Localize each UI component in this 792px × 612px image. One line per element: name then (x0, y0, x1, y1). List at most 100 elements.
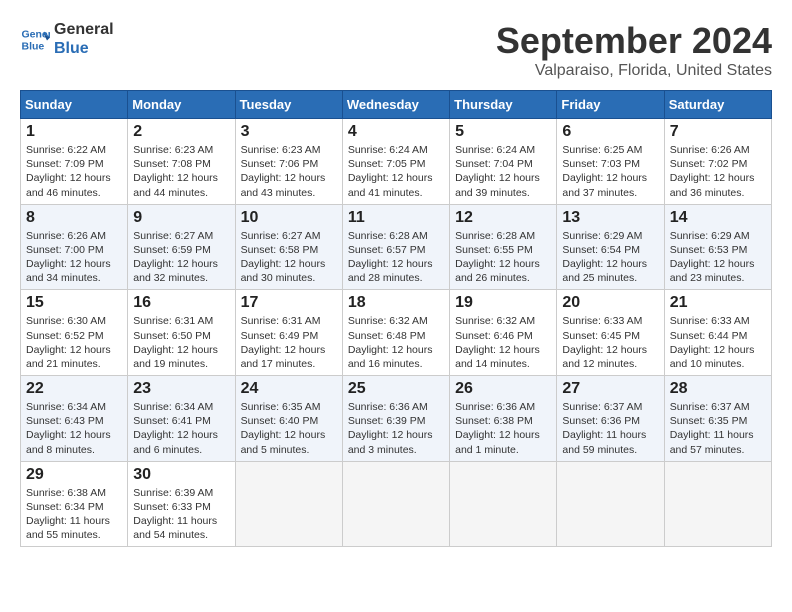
table-row: 8 Sunrise: 6:26 AMSunset: 7:00 PMDaylight… (21, 204, 128, 290)
table-row: 26 Sunrise: 6:36 AMSunset: 6:38 PMDayligh… (450, 376, 557, 462)
day-number: 16 (133, 294, 229, 312)
cell-content: Sunrise: 6:23 AMSunset: 7:06 PMDaylight:… (241, 143, 337, 200)
table-row: 9Sunrise: 6:27 AMSunset: 6:59 PMDaylight… (128, 204, 235, 290)
cell-content: Sunrise: 6:27 AMSunset: 6:59 PMDaylight:… (133, 229, 229, 286)
table-row: 28Sunrise: 6:37 AMSunset: 6:35 PMDayligh… (664, 376, 771, 462)
table-row: 19 Sunrise: 6:32 AMSunset: 6:46 PMDayligh… (450, 290, 557, 376)
day-number: 12 (455, 209, 551, 227)
header-saturday: Saturday (664, 91, 771, 119)
day-number: 11 (348, 209, 444, 227)
header-wednesday: Wednesday (342, 91, 449, 119)
cell-content: Sunrise: 6:33 AMSunset: 6:45 PMDaylight:… (562, 314, 658, 371)
day-number: 17 (241, 294, 337, 312)
table-row (342, 461, 449, 547)
cell-content: Sunrise: 6:34 AMSunset: 6:43 PMDaylight:… (26, 400, 122, 457)
cell-content: Sunrise: 6:23 AMSunset: 7:08 PMDaylight:… (133, 143, 229, 200)
table-row (664, 461, 771, 547)
cell-content: Sunrise: 6:22 AMSunset: 7:09 PMDaylight:… (26, 143, 122, 200)
logo-icon: General Blue (20, 24, 50, 54)
cell-content: Sunrise: 6:31 AMSunset: 6:49 PMDaylight:… (241, 314, 337, 371)
day-number: 20 (562, 294, 658, 312)
svg-text:Blue: Blue (22, 41, 45, 53)
table-row: 1Sunrise: 6:22 AMSunset: 7:09 PMDaylight… (21, 119, 128, 205)
day-number: 30 (133, 466, 229, 484)
calendar-week-row: 8 Sunrise: 6:26 AMSunset: 7:00 PMDaylight… (21, 204, 772, 290)
day-number: 8 (26, 209, 122, 227)
calendar-week-row: 22 Sunrise: 6:34 AMSunset: 6:43 PMDayligh… (21, 376, 772, 462)
table-row: 21Sunrise: 6:33 AMSunset: 6:44 PMDayligh… (664, 290, 771, 376)
cell-content: Sunrise: 6:24 AMSunset: 7:05 PMDaylight:… (348, 143, 444, 200)
day-number: 25 (348, 380, 444, 398)
day-number: 2 (133, 123, 229, 141)
table-row: 6 Sunrise: 6:25 AMSunset: 7:03 PMDaylight… (557, 119, 664, 205)
calendar-week-row: 1Sunrise: 6:22 AMSunset: 7:09 PMDaylight… (21, 119, 772, 205)
cell-content: Sunrise: 6:36 AMSunset: 6:39 PMDaylight:… (348, 400, 444, 457)
day-number: 6 (562, 123, 658, 141)
cell-content: Sunrise: 6:37 AMSunset: 6:35 PMDaylight:… (670, 400, 766, 457)
day-number: 23 (133, 380, 229, 398)
day-number: 4 (348, 123, 444, 141)
table-row: 30 Sunrise: 6:39 AMSunset: 6:33 PMDayligh… (128, 461, 235, 547)
day-number: 13 (562, 209, 658, 227)
day-number: 29 (26, 466, 122, 484)
table-row: 24 Sunrise: 6:35 AMSunset: 6:40 PMDayligh… (235, 376, 342, 462)
table-row (557, 461, 664, 547)
cell-content: Sunrise: 6:31 AMSunset: 6:50 PMDaylight:… (133, 314, 229, 371)
table-row: 13 Sunrise: 6:29 AMSunset: 6:54 PMDayligh… (557, 204, 664, 290)
table-row: 23 Sunrise: 6:34 AMSunset: 6:41 PMDayligh… (128, 376, 235, 462)
cell-content: Sunrise: 6:27 AMSunset: 6:58 PMDaylight:… (241, 229, 337, 286)
day-number: 3 (241, 123, 337, 141)
cell-content: Sunrise: 6:36 AMSunset: 6:38 PMDaylight:… (455, 400, 551, 457)
table-row: 15 Sunrise: 6:30 AMSunset: 6:52 PMDayligh… (21, 290, 128, 376)
page-title: September 2024 (496, 20, 772, 62)
table-row (235, 461, 342, 547)
calendar-week-row: 15 Sunrise: 6:30 AMSunset: 6:52 PMDayligh… (21, 290, 772, 376)
calendar-header-row: Sunday Monday Tuesday Wednesday Thursday… (21, 91, 772, 119)
day-number: 19 (455, 294, 551, 312)
cell-content: Sunrise: 6:25 AMSunset: 7:03 PMDaylight:… (562, 143, 658, 200)
cell-content: Sunrise: 6:34 AMSunset: 6:41 PMDaylight:… (133, 400, 229, 457)
header-thursday: Thursday (450, 91, 557, 119)
cell-content: Sunrise: 6:35 AMSunset: 6:40 PMDaylight:… (241, 400, 337, 457)
table-row: 10 Sunrise: 6:27 AMSunset: 6:58 PMDayligh… (235, 204, 342, 290)
header-friday: Friday (557, 91, 664, 119)
table-row: 12Sunrise: 6:28 AMSunset: 6:55 PMDayligh… (450, 204, 557, 290)
table-row: 18Sunrise: 6:32 AMSunset: 6:48 PMDayligh… (342, 290, 449, 376)
cell-content: Sunrise: 6:37 AMSunset: 6:36 PMDaylight:… (562, 400, 658, 457)
logo: General Blue General Blue (20, 20, 114, 58)
cell-content: Sunrise: 6:39 AMSunset: 6:33 PMDaylight:… (133, 486, 229, 543)
cell-content: Sunrise: 6:26 AMSunset: 7:00 PMDaylight:… (26, 229, 122, 286)
table-row: 25 Sunrise: 6:36 AMSunset: 6:39 PMDayligh… (342, 376, 449, 462)
table-row: 22 Sunrise: 6:34 AMSunset: 6:43 PMDayligh… (21, 376, 128, 462)
page-header: General Blue General Blue September 2024… (20, 20, 772, 80)
calendar-week-row: 29 Sunrise: 6:38 AMSunset: 6:34 PMDayligh… (21, 461, 772, 547)
day-number: 15 (26, 294, 122, 312)
day-number: 24 (241, 380, 337, 398)
table-row: 2 Sunrise: 6:23 AMSunset: 7:08 PMDaylight… (128, 119, 235, 205)
day-number: 18 (348, 294, 444, 312)
table-row: 5Sunrise: 6:24 AMSunset: 7:04 PMDaylight… (450, 119, 557, 205)
header-sunday: Sunday (21, 91, 128, 119)
cell-content: Sunrise: 6:29 AMSunset: 6:53 PMDaylight:… (670, 229, 766, 286)
day-number: 22 (26, 380, 122, 398)
table-row: 27 Sunrise: 6:37 AMSunset: 6:36 PMDayligh… (557, 376, 664, 462)
table-row (450, 461, 557, 547)
day-number: 10 (241, 209, 337, 227)
calendar-table: Sunday Monday Tuesday Wednesday Thursday… (20, 90, 772, 547)
cell-content: Sunrise: 6:30 AMSunset: 6:52 PMDaylight:… (26, 314, 122, 371)
day-number: 5 (455, 123, 551, 141)
cell-content: Sunrise: 6:32 AMSunset: 6:46 PMDaylight:… (455, 314, 551, 371)
cell-content: Sunrise: 6:33 AMSunset: 6:44 PMDaylight:… (670, 314, 766, 371)
logo-text-blue: Blue (54, 39, 114, 58)
header-monday: Monday (128, 91, 235, 119)
table-row: 17 Sunrise: 6:31 AMSunset: 6:49 PMDayligh… (235, 290, 342, 376)
table-row: 16 Sunrise: 6:31 AMSunset: 6:50 PMDayligh… (128, 290, 235, 376)
title-area: September 2024 Valparaiso, Florida, Unit… (496, 20, 772, 80)
day-number: 27 (562, 380, 658, 398)
cell-content: Sunrise: 6:26 AMSunset: 7:02 PMDaylight:… (670, 143, 766, 200)
table-row: 29 Sunrise: 6:38 AMSunset: 6:34 PMDayligh… (21, 461, 128, 547)
cell-content: Sunrise: 6:38 AMSunset: 6:34 PMDaylight:… (26, 486, 122, 543)
cell-content: Sunrise: 6:29 AMSunset: 6:54 PMDaylight:… (562, 229, 658, 286)
cell-content: Sunrise: 6:28 AMSunset: 6:57 PMDaylight:… (348, 229, 444, 286)
day-number: 26 (455, 380, 551, 398)
